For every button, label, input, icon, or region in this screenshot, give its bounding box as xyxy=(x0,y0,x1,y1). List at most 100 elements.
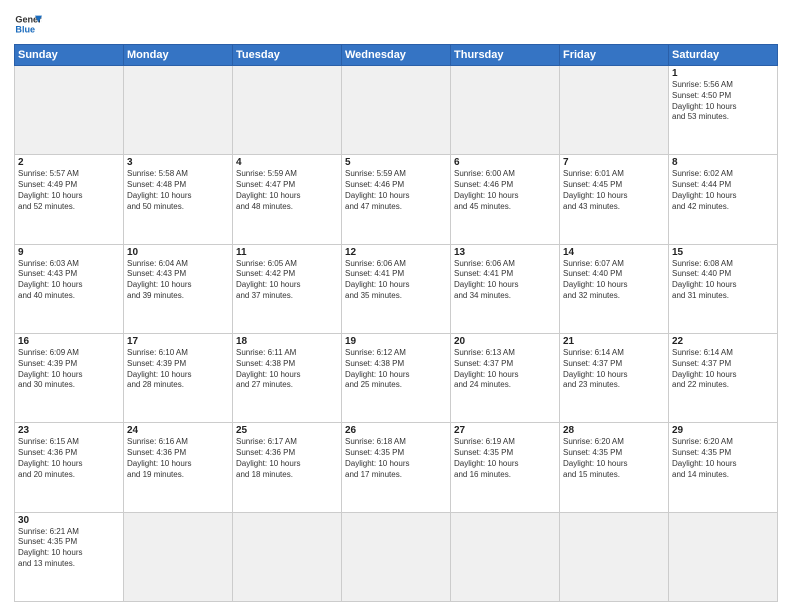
day-info: Sunrise: 6:12 AM Sunset: 4:38 PM Dayligh… xyxy=(345,348,447,391)
day-number: 17 xyxy=(127,336,229,347)
weekday-header-friday: Friday xyxy=(560,45,669,66)
day-info: Sunrise: 6:00 AM Sunset: 4:46 PM Dayligh… xyxy=(454,169,556,212)
day-number: 26 xyxy=(345,425,447,436)
day-info: Sunrise: 6:14 AM Sunset: 4:37 PM Dayligh… xyxy=(672,348,774,391)
calendar-cell xyxy=(669,512,778,601)
logo: General Blue xyxy=(14,10,42,38)
calendar-cell: 27Sunrise: 6:19 AM Sunset: 4:35 PM Dayli… xyxy=(451,423,560,512)
calendar-cell: 3Sunrise: 5:58 AM Sunset: 4:48 PM Daylig… xyxy=(124,155,233,244)
day-number: 10 xyxy=(127,247,229,258)
calendar-cell: 8Sunrise: 6:02 AM Sunset: 4:44 PM Daylig… xyxy=(669,155,778,244)
day-number: 6 xyxy=(454,157,556,168)
calendar-cell: 13Sunrise: 6:06 AM Sunset: 4:41 PM Dayli… xyxy=(451,244,560,333)
calendar-cell: 7Sunrise: 6:01 AM Sunset: 4:45 PM Daylig… xyxy=(560,155,669,244)
weekday-header-wednesday: Wednesday xyxy=(342,45,451,66)
calendar-cell: 17Sunrise: 6:10 AM Sunset: 4:39 PM Dayli… xyxy=(124,333,233,422)
calendar-cell: 11Sunrise: 6:05 AM Sunset: 4:42 PM Dayli… xyxy=(233,244,342,333)
day-number: 18 xyxy=(236,336,338,347)
calendar-cell: 18Sunrise: 6:11 AM Sunset: 4:38 PM Dayli… xyxy=(233,333,342,422)
day-number: 4 xyxy=(236,157,338,168)
weekday-header-sunday: Sunday xyxy=(15,45,124,66)
day-number: 30 xyxy=(18,515,120,526)
day-info: Sunrise: 5:59 AM Sunset: 4:47 PM Dayligh… xyxy=(236,169,338,212)
day-info: Sunrise: 6:15 AM Sunset: 4:36 PM Dayligh… xyxy=(18,437,120,480)
day-info: Sunrise: 6:02 AM Sunset: 4:44 PM Dayligh… xyxy=(672,169,774,212)
day-number: 2 xyxy=(18,157,120,168)
day-info: Sunrise: 6:07 AM Sunset: 4:40 PM Dayligh… xyxy=(563,259,665,302)
calendar-cell: 9Sunrise: 6:03 AM Sunset: 4:43 PM Daylig… xyxy=(15,244,124,333)
calendar-cell: 2Sunrise: 5:57 AM Sunset: 4:49 PM Daylig… xyxy=(15,155,124,244)
day-number: 7 xyxy=(563,157,665,168)
calendar-cell xyxy=(124,512,233,601)
day-info: Sunrise: 6:05 AM Sunset: 4:42 PM Dayligh… xyxy=(236,259,338,302)
day-number: 13 xyxy=(454,247,556,258)
calendar-cell: 30Sunrise: 6:21 AM Sunset: 4:35 PM Dayli… xyxy=(15,512,124,601)
day-info: Sunrise: 6:18 AM Sunset: 4:35 PM Dayligh… xyxy=(345,437,447,480)
day-info: Sunrise: 6:06 AM Sunset: 4:41 PM Dayligh… xyxy=(345,259,447,302)
day-number: 16 xyxy=(18,336,120,347)
day-info: Sunrise: 6:08 AM Sunset: 4:40 PM Dayligh… xyxy=(672,259,774,302)
svg-text:Blue: Blue xyxy=(15,24,35,34)
day-info: Sunrise: 6:06 AM Sunset: 4:41 PM Dayligh… xyxy=(454,259,556,302)
day-info: Sunrise: 6:04 AM Sunset: 4:43 PM Dayligh… xyxy=(127,259,229,302)
calendar-cell: 6Sunrise: 6:00 AM Sunset: 4:46 PM Daylig… xyxy=(451,155,560,244)
day-info: Sunrise: 6:20 AM Sunset: 4:35 PM Dayligh… xyxy=(563,437,665,480)
day-info: Sunrise: 6:11 AM Sunset: 4:38 PM Dayligh… xyxy=(236,348,338,391)
day-number: 20 xyxy=(454,336,556,347)
day-number: 8 xyxy=(672,157,774,168)
day-number: 1 xyxy=(672,68,774,79)
calendar-cell: 1Sunrise: 5:56 AM Sunset: 4:50 PM Daylig… xyxy=(669,66,778,155)
day-number: 12 xyxy=(345,247,447,258)
calendar-cell: 25Sunrise: 6:17 AM Sunset: 4:36 PM Dayli… xyxy=(233,423,342,512)
calendar-cell xyxy=(451,512,560,601)
calendar-cell: 12Sunrise: 6:06 AM Sunset: 4:41 PM Dayli… xyxy=(342,244,451,333)
calendar-cell: 28Sunrise: 6:20 AM Sunset: 4:35 PM Dayli… xyxy=(560,423,669,512)
calendar-cell: 23Sunrise: 6:15 AM Sunset: 4:36 PM Dayli… xyxy=(15,423,124,512)
calendar-cell: 20Sunrise: 6:13 AM Sunset: 4:37 PM Dayli… xyxy=(451,333,560,422)
header: General Blue xyxy=(14,10,778,38)
calendar-cell: 16Sunrise: 6:09 AM Sunset: 4:39 PM Dayli… xyxy=(15,333,124,422)
day-number: 3 xyxy=(127,157,229,168)
calendar-cell xyxy=(124,66,233,155)
calendar-cell: 15Sunrise: 6:08 AM Sunset: 4:40 PM Dayli… xyxy=(669,244,778,333)
calendar-cell xyxy=(560,512,669,601)
day-number: 23 xyxy=(18,425,120,436)
calendar-cell: 22Sunrise: 6:14 AM Sunset: 4:37 PM Dayli… xyxy=(669,333,778,422)
calendar-cell: 26Sunrise: 6:18 AM Sunset: 4:35 PM Dayli… xyxy=(342,423,451,512)
weekday-header-saturday: Saturday xyxy=(669,45,778,66)
calendar-cell xyxy=(451,66,560,155)
calendar-cell xyxy=(15,66,124,155)
day-number: 29 xyxy=(672,425,774,436)
calendar-cell: 19Sunrise: 6:12 AM Sunset: 4:38 PM Dayli… xyxy=(342,333,451,422)
day-number: 28 xyxy=(563,425,665,436)
day-info: Sunrise: 5:58 AM Sunset: 4:48 PM Dayligh… xyxy=(127,169,229,212)
day-number: 9 xyxy=(18,247,120,258)
calendar-cell xyxy=(560,66,669,155)
day-number: 25 xyxy=(236,425,338,436)
day-number: 15 xyxy=(672,247,774,258)
calendar-cell: 10Sunrise: 6:04 AM Sunset: 4:43 PM Dayli… xyxy=(124,244,233,333)
day-info: Sunrise: 6:01 AM Sunset: 4:45 PM Dayligh… xyxy=(563,169,665,212)
day-info: Sunrise: 5:57 AM Sunset: 4:49 PM Dayligh… xyxy=(18,169,120,212)
logo-icon: General Blue xyxy=(14,10,42,38)
day-info: Sunrise: 6:16 AM Sunset: 4:36 PM Dayligh… xyxy=(127,437,229,480)
day-info: Sunrise: 6:17 AM Sunset: 4:36 PM Dayligh… xyxy=(236,437,338,480)
page: General Blue SundayMondayTuesdayWednesda… xyxy=(0,0,792,612)
calendar-cell: 14Sunrise: 6:07 AM Sunset: 4:40 PM Dayli… xyxy=(560,244,669,333)
day-info: Sunrise: 6:19 AM Sunset: 4:35 PM Dayligh… xyxy=(454,437,556,480)
day-number: 14 xyxy=(563,247,665,258)
weekday-header-tuesday: Tuesday xyxy=(233,45,342,66)
day-info: Sunrise: 5:59 AM Sunset: 4:46 PM Dayligh… xyxy=(345,169,447,212)
calendar-cell: 4Sunrise: 5:59 AM Sunset: 4:47 PM Daylig… xyxy=(233,155,342,244)
day-number: 11 xyxy=(236,247,338,258)
day-number: 21 xyxy=(563,336,665,347)
calendar-table: SundayMondayTuesdayWednesdayThursdayFrid… xyxy=(14,44,778,602)
day-number: 5 xyxy=(345,157,447,168)
weekday-header-thursday: Thursday xyxy=(451,45,560,66)
day-info: Sunrise: 6:03 AM Sunset: 4:43 PM Dayligh… xyxy=(18,259,120,302)
day-info: Sunrise: 6:10 AM Sunset: 4:39 PM Dayligh… xyxy=(127,348,229,391)
calendar-cell xyxy=(233,512,342,601)
day-info: Sunrise: 6:13 AM Sunset: 4:37 PM Dayligh… xyxy=(454,348,556,391)
day-number: 27 xyxy=(454,425,556,436)
calendar-cell xyxy=(342,66,451,155)
